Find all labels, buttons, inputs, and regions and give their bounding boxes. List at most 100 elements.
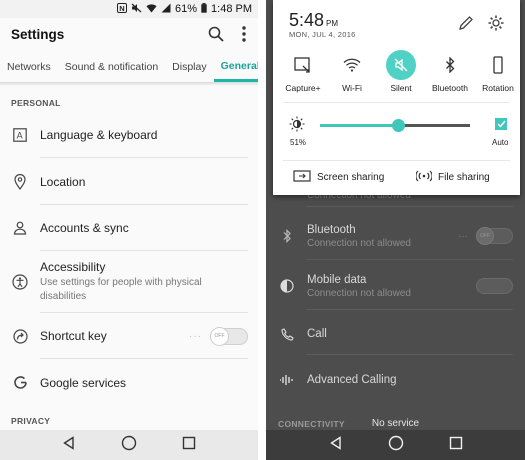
wifi-icon [337,50,367,80]
item-label: Location [40,174,86,189]
auto-brightness-checkbox[interactable] [495,118,507,130]
settings-gear-icon[interactable] [485,12,507,34]
brightness-slider-fill [320,124,398,127]
item-label: Language & keyboard [40,128,158,142]
svg-text:A: A [17,131,23,141]
qs-time: 5:48 [289,10,325,30]
section-header-personal: PERSONAL [11,98,61,108]
more-options-icon[interactable] [230,20,258,48]
divider [283,102,510,103]
battery-percent: 61% [175,3,198,15]
screen-root: N 61% 1:48 PM Settings Networks Sound & … [0,0,525,460]
tab-display[interactable]: Display [165,52,213,82]
keyboard-letter-icon: A [11,126,29,144]
drag-handle-icon: ··· [189,330,202,342]
bg-list-item-bluetooth[interactable]: Bluetooth Connection not allowed ··· OFF [266,218,525,254]
settings-list: A Language & keyboard Location Accounts … [0,112,258,406]
tab-networks[interactable]: Networks [0,52,58,82]
item-label: Mobile data [307,273,367,286]
bg-list-item-mobile-data[interactable]: Mobile data Connection not allowed [266,268,525,304]
signal-icon [161,3,171,16]
quick-settings-screen: Connection not allowed Bluetooth Connect… [266,0,525,460]
capture-plus-icon [288,50,318,80]
divider [306,206,513,207]
account-person-icon [11,219,29,237]
mobile-data-toggle[interactable] [476,278,513,294]
list-item-google-services[interactable]: Google services [0,359,258,406]
file-sharing-label: File sharing [438,172,490,183]
search-icon[interactable] [202,20,230,48]
divider [283,160,510,161]
mute-icon [131,3,142,16]
tile-bluetooth[interactable]: Bluetooth [425,50,475,93]
tile-label: Wi-Fi [342,83,362,93]
settings-screen: N 61% 1:48 PM Settings Networks Sound & … [0,0,258,460]
divider [306,259,513,260]
edit-pencil-icon[interactable] [455,12,477,34]
location-pin-icon [11,173,29,191]
divider [306,354,513,355]
toggle-knob: OFF [476,227,494,245]
tile-label: Rotation [482,83,514,93]
list-item-shortcut-key[interactable]: Shortcut key ··· OFF [0,313,258,359]
tile-label: Silent [390,83,412,93]
tab-sound-notification[interactable]: Sound & notification [58,52,165,82]
tab-general[interactable]: General [213,52,258,82]
item-sublabel: Connection not allowed [307,287,411,299]
item-sublabel: Use settings for people with physical di… [40,277,202,302]
divider [306,309,513,310]
item-label: Advanced Calling [307,374,397,386]
item-label: Google services [40,375,127,390]
tile-silent[interactable]: Silent [376,50,426,93]
nav-bar [266,430,525,460]
home-icon[interactable] [388,435,404,456]
google-g-icon [11,374,29,392]
mobile-data-icon [278,277,296,295]
screen-sharing-label: Screen sharing [317,172,385,183]
recents-icon[interactable] [449,436,463,455]
bluetooth-toggle[interactable]: OFF [476,227,513,245]
toggle-knob: OFF [210,326,229,346]
brightness-sun-icon [289,116,305,137]
brightness-slider[interactable] [320,119,470,132]
brightness-slider-handle[interactable] [392,119,405,132]
section-header-privacy: PRIVACY [11,416,51,426]
tabs-shadow [0,82,258,86]
tile-label: Bluetooth [432,83,468,93]
tile-rotation[interactable]: Rotation [473,50,523,93]
advanced-calling-icon [278,371,296,389]
screen-sharing-icon [293,170,311,185]
bluetooth-icon [278,227,296,245]
list-item-accounts-sync[interactable]: Accounts & sync [0,205,258,251]
drag-handle-icon: ··· [458,230,468,242]
list-item-location[interactable]: Location [0,158,258,205]
bluetooth-icon [435,50,465,80]
item-sublabel: Connection not allowed [307,237,411,249]
file-sharing-icon [415,170,433,185]
battery-icon [201,2,207,16]
app-bar: Settings [0,18,258,50]
bg-list-item-advanced-calling[interactable]: Advanced Calling [266,368,525,392]
panel-gap [258,0,266,460]
status-bar: N 61% 1:48 PM [0,0,258,18]
file-sharing-button[interactable]: File sharing [415,170,490,185]
back-icon[interactable] [329,435,343,455]
bg-list-item-call[interactable]: Call [266,322,525,346]
home-icon[interactable] [121,435,137,456]
accessibility-icon [11,273,29,291]
tile-wifi[interactable]: Wi-Fi [327,50,377,93]
back-icon[interactable] [62,435,76,455]
screen-sharing-button[interactable]: Screen sharing [293,170,384,185]
recents-icon[interactable] [182,436,196,455]
qs-clock: 5:48 PM [289,10,338,31]
list-item-language-keyboard[interactable]: A Language & keyboard [0,112,258,158]
status-time: 1:48 PM [211,3,252,15]
wifi-status-icon [146,3,157,16]
shortcut-key-toggle[interactable]: OFF [210,326,248,346]
qs-date: MON, JUL 4, 2016 [289,30,356,39]
page-title: Settings [11,26,65,42]
brightness-percent: 51% [290,138,307,147]
list-item-accessibility[interactable]: Accessibility Use settings for people wi… [0,251,258,313]
tile-capture-plus[interactable]: Capture+ [278,50,328,93]
no-service-label: No service [371,418,420,429]
